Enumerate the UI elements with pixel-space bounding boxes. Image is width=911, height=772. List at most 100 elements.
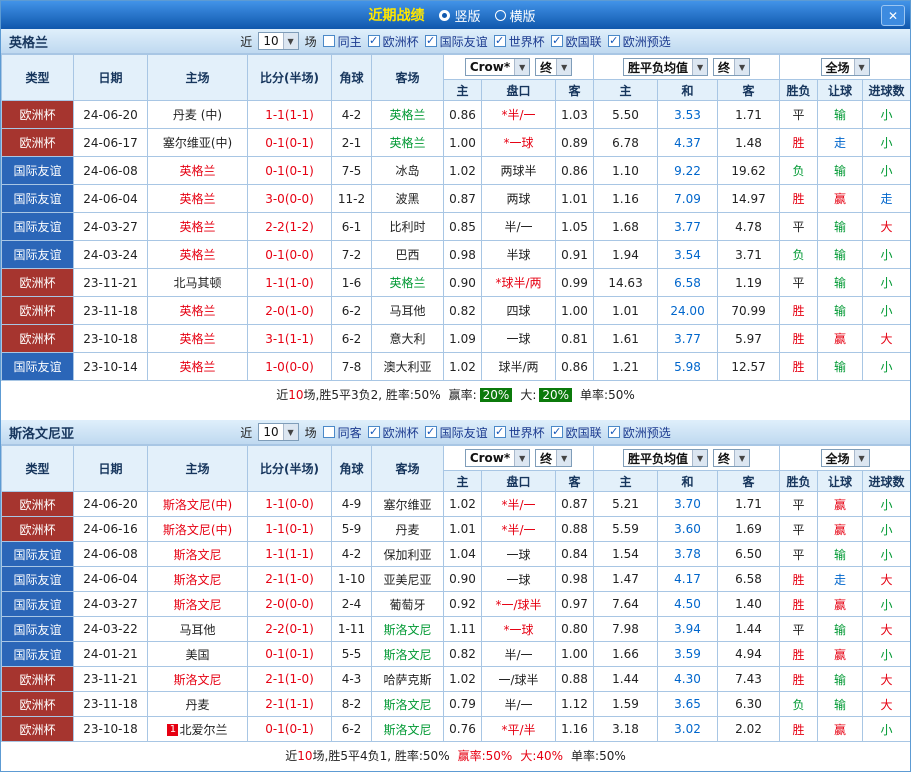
filter-checkbox[interactable]: ✓ 国际友谊 — [424, 33, 488, 50]
filter-checkbox[interactable]: ✓ 世界杯 — [493, 33, 545, 50]
result-goals: 小 — [862, 716, 910, 742]
team-section: 斯洛文尼亚近 10 ▼ 场同客 ✓ 欧洲杯 ✓ 国际友谊 ✓ 世界杯 ✓ 欧国联 ✓ 欧洲预选 类型 日期 主场… — [1, 420, 910, 769]
scope-select[interactable]: 全场 ▼ — [820, 58, 870, 76]
euro-home-odds: 1.66 — [593, 641, 659, 667]
select-value: Crow* — [469, 451, 511, 465]
score: 0-1(0-0) — [247, 240, 332, 269]
filter-checkbox[interactable]: ✓ 国际友谊 — [424, 424, 488, 441]
checkbox-label: 欧洲预选 — [622, 34, 671, 49]
euro-stage-select[interactable]: 终 ▼ — [713, 58, 751, 76]
recent-results-window: 近期战绩 竖版 横版 ✕ 英格兰近 10 ▼ 场同主 ✓ 欧洲杯 ✓ 国际友谊 ✓ 世界杯 ✓ 欧国联… — [0, 0, 911, 772]
euro-odds-type-select[interactable]: 胜平负均值 ▼ — [623, 58, 709, 76]
result-handicap: 赢 — [817, 184, 864, 213]
result-wdl: 胜 — [779, 352, 819, 381]
scope-select[interactable]: 全场 ▼ — [820, 449, 870, 467]
score: 2-1(1-1) — [247, 691, 332, 717]
radio-vertical-layout[interactable]: 竖版 — [439, 6, 481, 25]
column-header: 日期 — [73, 445, 148, 492]
result-goals: 小 — [862, 491, 910, 517]
ah-away-odds: 1.03 — [554, 100, 595, 129]
euro-draw-odds: 3.59 — [657, 641, 719, 667]
filter-checkbox[interactable]: 同客 — [322, 424, 362, 441]
checkbox-label: 欧国联 — [565, 425, 602, 440]
filter-checkbox[interactable]: ✓ 欧国联 — [550, 424, 602, 441]
match-type: 国际友谊 — [1, 641, 74, 667]
filter-checkbox[interactable]: 同主 — [322, 33, 362, 50]
filter-checkbox[interactable]: ✓ 世界杯 — [493, 424, 545, 441]
column-header: 主场 — [147, 54, 248, 101]
score: 0-1(0-1) — [247, 716, 332, 742]
ah-line: 球半/两 — [481, 352, 556, 381]
home-team: 英格兰 — [147, 184, 248, 213]
score: 1-0(0-0) — [247, 352, 332, 381]
table-row: 欧洲杯 23-10-18 1 北爱尔兰 0-1(0-1) 6-2 斯洛文尼 0.76 *平/半 1… — [1, 716, 910, 742]
recent-count-select[interactable]: 10 ▼ — [258, 423, 299, 441]
match-type: 国际友谊 — [1, 184, 74, 213]
summary-line: 近 10 场,胜5平3负2, 胜率:50% 赢率: 20% 大: 20% 单率:50% — [1, 381, 910, 408]
radio-horizontal-layout[interactable]: 横版 — [494, 6, 536, 25]
away-team: 波黑 — [371, 184, 444, 213]
ah-away-odds: 0.84 — [554, 541, 595, 567]
column-subheader: 主 — [443, 470, 482, 492]
checkbox-icon: ✓ — [493, 34, 506, 47]
ah-line: 两球 — [481, 184, 556, 213]
column-subheader: 进球数 — [862, 79, 910, 101]
filter-bar: 近 10 ▼ 场同客 ✓ 欧洲杯 ✓ 国际友谊 ✓ 世界杯 ✓ 欧国联 ✓ 欧洲预选 — [1, 423, 910, 441]
column-header: 角球 — [331, 54, 372, 101]
score: 2-1(1-0) — [247, 666, 332, 692]
filter-checkbox[interactable]: ✓ 欧洲杯 — [367, 33, 419, 50]
table-row: 欧洲杯 23-11-18 英格兰 2-0(1-0) 6-2 马耳他 0.82 四球 1.00 1.… — [1, 296, 910, 325]
euro-stage-select[interactable]: 终 ▼ — [713, 449, 751, 467]
titlebar: 近期战绩 竖版 横版 ✕ — [1, 1, 910, 29]
ah-away-odds: 1.12 — [554, 691, 595, 717]
result-goals: 小 — [862, 352, 910, 381]
away-team: 巴西 — [371, 240, 444, 269]
filter-checkbox[interactable]: ✓ 欧国联 — [550, 33, 602, 50]
home-team: 塞尔维亚(中) — [147, 128, 248, 157]
match-type: 国际友谊 — [1, 566, 74, 592]
result-wdl: 胜 — [779, 666, 819, 692]
chevron-down-icon: ▼ — [692, 59, 708, 75]
column-header: 类型 — [1, 54, 74, 101]
away-team: 斯洛文尼 — [371, 641, 444, 667]
match-type: 欧洲杯 — [1, 716, 74, 742]
filter-checkbox[interactable]: ✓ 欧洲预选 — [607, 424, 671, 441]
page-title: 近期战绩 — [368, 8, 425, 24]
chevron-down-icon: ▼ — [734, 59, 750, 75]
summary-text: 赢率: — [448, 388, 477, 402]
ah-line: 半/一 — [481, 212, 556, 241]
away-team: 英格兰 — [371, 100, 444, 129]
recent-count-select[interactable]: 10 ▼ — [258, 32, 299, 50]
match-type: 国际友谊 — [1, 240, 74, 269]
euro-odds-type-select[interactable]: 胜平负均值 ▼ — [623, 449, 709, 467]
handicap-stage-select[interactable]: 终 ▼ — [535, 449, 573, 467]
result-goals: 小 — [862, 516, 910, 542]
ah-away-odds: 1.00 — [554, 296, 595, 325]
corners: 2-4 — [331, 591, 372, 617]
ah-home-odds: 0.82 — [443, 296, 482, 325]
column-subheader: 和 — [657, 79, 719, 101]
euro-draw-odds: 4.17 — [657, 566, 719, 592]
handicap-stage-select[interactable]: 终 ▼ — [535, 58, 573, 76]
summary-text: 单率:50% — [571, 749, 626, 763]
score: 1-1(1-1) — [247, 541, 332, 567]
close-button[interactable]: ✕ — [881, 5, 905, 26]
filter-checkbox[interactable]: ✓ 欧洲杯 — [367, 424, 419, 441]
result-wdl: 负 — [779, 156, 819, 185]
match-date: 24-03-24 — [73, 240, 148, 269]
euro-draw-odds: 3.65 — [657, 691, 719, 717]
euro-away-odds: 6.30 — [717, 691, 781, 717]
result-goals: 大 — [862, 324, 910, 353]
euro-draw-odds: 4.50 — [657, 591, 719, 617]
euro-away-odds: 70.99 — [717, 296, 781, 325]
bookmaker-select[interactable]: Crow* ▼ — [464, 58, 531, 76]
ah-line: *一/球半 — [481, 591, 556, 617]
euro-home-odds: 6.78 — [593, 128, 659, 157]
bookmaker-select[interactable]: Crow* ▼ — [464, 449, 531, 467]
euro-home-odds: 7.98 — [593, 616, 659, 642]
ah-home-odds: 0.92 — [443, 591, 482, 617]
recent-label: 近 — [240, 34, 253, 49]
filter-checkbox[interactable]: ✓ 欧洲预选 — [607, 33, 671, 50]
table-row: 国际友谊 24-06-08 斯洛文尼 1-1(1-1) 4-2 保加利亚 1.04 一球 0.8… — [1, 541, 910, 567]
chevron-down-icon: ▼ — [556, 450, 572, 466]
